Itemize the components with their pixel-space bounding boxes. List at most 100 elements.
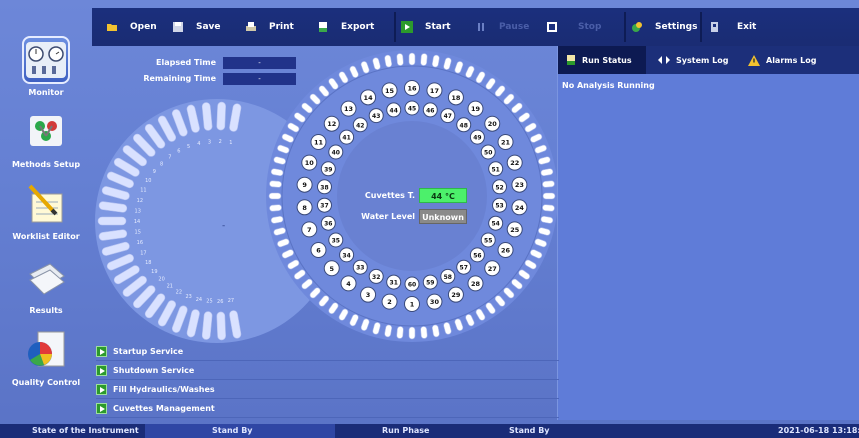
sample-position[interactable]: 33: [352, 259, 368, 275]
sample-position[interactable]: 50: [480, 144, 496, 160]
svg-text:15: 15: [385, 87, 395, 95]
stop-icon: [547, 22, 557, 32]
sample-position[interactable]: 41: [339, 129, 355, 145]
settings-button[interactable]: Settings: [631, 20, 697, 34]
cuvettes-temp-label: Cuvettes T.: [364, 191, 415, 200]
sample-position[interactable]: 39: [320, 161, 336, 177]
sample-position[interactable]: 23: [511, 176, 528, 193]
open-button[interactable]: Open: [106, 20, 157, 34]
pause-button[interactable]: Pause: [475, 20, 529, 34]
nav-item-quality-control[interactable]: Quality Control: [0, 326, 92, 387]
sample-position[interactable]: 14: [360, 89, 377, 106]
left-wheel-number: 19: [151, 269, 157, 275]
sample-position[interactable]: 30: [426, 293, 443, 310]
sample-position[interactable]: 46: [422, 102, 438, 118]
shutdown-service-button[interactable]: Shutdown Service: [96, 361, 559, 380]
sample-position[interactable]: 44: [386, 102, 402, 118]
toolbar-separator: [624, 12, 626, 42]
fill-hydraulics-button[interactable]: Fill Hydraulics/Washes: [96, 380, 559, 399]
log-tabs: Run Status System Log Alarms Log: [558, 46, 859, 74]
sample-position[interactable]: 37: [316, 197, 332, 213]
sample-position[interactable]: 42: [352, 117, 368, 133]
sample-position[interactable]: 60: [404, 276, 420, 292]
sample-position[interactable]: 51: [488, 161, 504, 177]
sample-position[interactable]: 12: [323, 115, 340, 132]
startup-service-button[interactable]: Startup Service: [96, 342, 559, 361]
sample-position[interactable]: 53: [492, 197, 508, 213]
start-button[interactable]: Start: [401, 20, 451, 34]
left-wheel-slot: [97, 216, 127, 226]
nav-item-results[interactable]: Results: [0, 254, 92, 315]
save-button[interactable]: Save: [172, 20, 221, 34]
sample-position[interactable]: 59: [422, 274, 438, 290]
sample-position[interactable]: 49: [469, 129, 485, 145]
sample-position[interactable]: 26: [497, 242, 514, 258]
sample-position[interactable]: 21: [497, 134, 514, 150]
settings-button-label: Settings: [655, 22, 698, 32]
stop-button[interactable]: Stop: [546, 20, 601, 34]
sample-position[interactable]: 22: [506, 154, 523, 171]
tab-system-log[interactable]: System Log: [650, 46, 736, 74]
app-window: Monitor Methods Setup Worklist Editor Re…: [0, 0, 859, 438]
nav-item-monitor[interactable]: Monitor: [0, 36, 92, 97]
sample-position[interactable]: 11: [310, 134, 327, 150]
sample-position[interactable]: 58: [440, 268, 456, 284]
nav-item-methods-setup[interactable]: Methods Setup: [0, 108, 92, 169]
svg-text:45: 45: [408, 106, 416, 113]
sample-position[interactable]: 16: [404, 80, 420, 96]
sample-position[interactable]: 29: [447, 286, 464, 303]
cuvettes-management-button[interactable]: Cuvettes Management: [96, 399, 559, 418]
svg-text:37: 37: [320, 203, 328, 210]
sample-position[interactable]: 3: [360, 286, 377, 303]
sample-position[interactable]: 57: [456, 259, 472, 275]
sample-position[interactable]: 18: [447, 89, 464, 106]
sample-position[interactable]: 27: [484, 260, 501, 277]
run-phase-value: Stand By: [509, 426, 550, 435]
sample-position[interactable]: 40: [328, 144, 344, 160]
sample-position[interactable]: 1: [404, 296, 420, 312]
sample-position[interactable]: 20: [484, 115, 501, 132]
open-button-label: Open: [130, 22, 157, 32]
cuvette-tube: [396, 53, 404, 66]
sample-position[interactable]: 4: [340, 275, 357, 292]
svg-text:36: 36: [324, 221, 332, 228]
nav-item-worklist-editor[interactable]: Worklist Editor: [0, 180, 92, 241]
left-wheel-number: 16: [137, 240, 143, 246]
exit-button[interactable]: Exit: [709, 20, 756, 34]
svg-text:51: 51: [492, 166, 500, 173]
sample-position[interactable]: 52: [492, 179, 508, 195]
tab-run-status[interactable]: Run Status: [558, 46, 646, 74]
sample-position[interactable]: 48: [456, 117, 472, 133]
svg-text:27: 27: [488, 265, 497, 273]
sample-position[interactable]: 25: [506, 221, 523, 238]
sample-position[interactable]: 7: [301, 221, 318, 238]
sample-position[interactable]: 31: [386, 274, 402, 290]
tab-alarms-log[interactable]: Alarms Log: [740, 46, 824, 74]
sample-position[interactable]: 55: [480, 232, 496, 248]
svg-text:49: 49: [473, 135, 481, 142]
sample-position[interactable]: 17: [426, 82, 443, 99]
sample-position[interactable]: 54: [488, 215, 504, 231]
sample-position[interactable]: 24: [511, 199, 528, 216]
sample-position[interactable]: 47: [440, 108, 456, 124]
sample-position[interactable]: 32: [368, 268, 384, 284]
sample-position[interactable]: 5: [323, 260, 340, 277]
sample-position[interactable]: 45: [404, 100, 420, 116]
sample-position[interactable]: 9: [296, 176, 313, 193]
sample-position[interactable]: 13: [340, 100, 357, 117]
sample-position[interactable]: 8: [296, 199, 313, 216]
sample-position[interactable]: 10: [301, 154, 318, 171]
export-button[interactable]: Export: [317, 20, 374, 34]
left-wheel-number: 5: [187, 144, 190, 150]
sample-position[interactable]: 2: [381, 293, 398, 310]
print-button[interactable]: Print: [245, 20, 294, 34]
sample-position[interactable]: 56: [469, 247, 485, 263]
sample-position[interactable]: 6: [310, 242, 327, 258]
sample-position[interactable]: 28: [467, 275, 484, 292]
sample-position[interactable]: 34: [339, 247, 355, 263]
sample-position[interactable]: 15: [381, 82, 398, 99]
sample-position[interactable]: 35: [328, 232, 344, 248]
sample-position[interactable]: 19: [467, 100, 484, 117]
instrument-state-value: Stand By: [212, 426, 253, 435]
sample-position[interactable]: 43: [368, 108, 384, 124]
